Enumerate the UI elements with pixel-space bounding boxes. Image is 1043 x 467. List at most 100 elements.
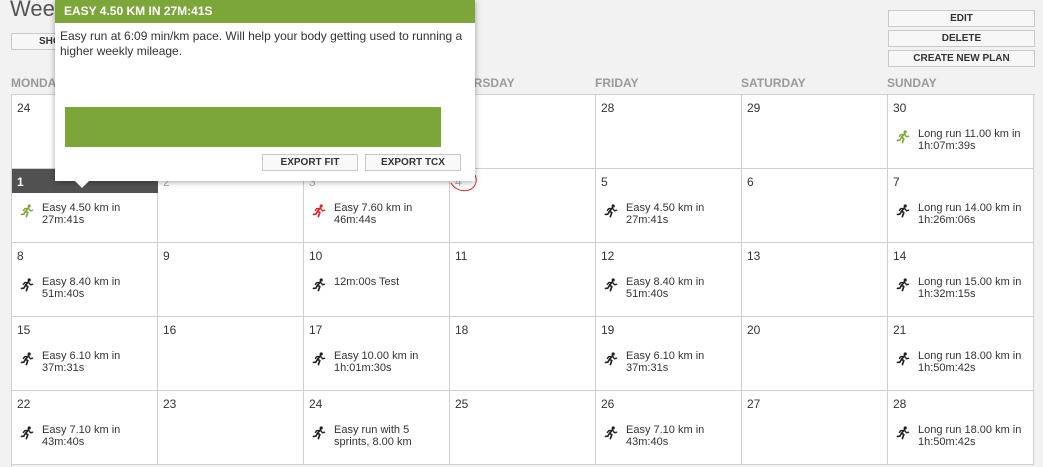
day-number: 14 xyxy=(893,249,907,263)
workout-label: Easy 4.50 km in 27m:41s xyxy=(626,202,705,226)
workout-label: Long run 15.00 km in 1h:32m:15s xyxy=(918,276,1022,300)
runner-red-icon xyxy=(312,204,326,218)
export-fit-button[interactable]: EXPORT FIT xyxy=(262,154,358,171)
workout-label: Easy 8.40 km in 51m:40s xyxy=(42,276,121,300)
day-number: 18 xyxy=(455,323,469,337)
calendar-day-cell[interactable]: 28 Long run 18.00 km in 1h:50m:42s xyxy=(888,391,1034,465)
calendar-day-cell[interactable]: 18 xyxy=(450,317,596,391)
calendar-day-cell[interactable]: 8 Easy 8.40 km in 51m:40s xyxy=(12,243,158,317)
day-number: 6 xyxy=(747,175,754,189)
runner-icon xyxy=(896,426,910,440)
calendar-day-cell[interactable]: 9 xyxy=(158,243,304,317)
calendar-day-cell[interactable]: 27 xyxy=(742,391,888,465)
calendar-day-cell[interactable]: 26 Easy 7.10 km in 43m:40s xyxy=(596,391,742,465)
day-number: 9 xyxy=(163,249,170,263)
day-number: 10 xyxy=(309,249,323,263)
runner-icon xyxy=(604,352,618,366)
edit-button[interactable]: EDIT xyxy=(888,10,1035,27)
delete-button[interactable]: DELETE xyxy=(888,30,1035,47)
workout-label: Easy 7.60 km in 46m:44s xyxy=(334,202,413,226)
workout-label: Long run 11.00 km in 1h:07m:39s xyxy=(918,128,1021,152)
calendar-day-cell[interactable]: 30 Long run 11.00 km in 1h:07m:39s xyxy=(888,95,1034,169)
day-number: 28 xyxy=(601,101,615,115)
workout-label: Easy 7.10 km in 43m:40s xyxy=(42,424,121,448)
export-tcx-button[interactable]: EXPORT TCX xyxy=(365,154,461,171)
day-number: 15 xyxy=(17,323,31,337)
day-number: 30 xyxy=(893,101,907,115)
day-header-sunday: SUNDAY xyxy=(887,76,937,90)
calendar-day-cell[interactable]: 23 xyxy=(158,391,304,465)
runner-icon xyxy=(20,426,34,440)
calendar-day-cell[interactable]: 28 xyxy=(596,95,742,169)
day-number: 21 xyxy=(893,323,907,337)
calendar-day-cell[interactable]: 17 Easy 10.00 km in 1h:01m:30s xyxy=(304,317,450,391)
runner-icon xyxy=(896,352,910,366)
day-number: 27 xyxy=(747,397,761,411)
calendar-day-cell[interactable]: 22 Easy 7.10 km in 43m:40s xyxy=(12,391,158,465)
calendar-day-cell[interactable]: 24 Easy run with 5 sprints, 8.00 km xyxy=(304,391,450,465)
day-number: 20 xyxy=(747,323,761,337)
runner-icon xyxy=(20,278,34,292)
day-number: 17 xyxy=(309,323,323,337)
workout-label: Easy run with 5 sprints, 8.00 km xyxy=(334,424,412,448)
day-number: 26 xyxy=(601,397,615,411)
calendar-day-cell[interactable]: 7 Long run 14.00 km in 1h:26m:06s xyxy=(888,169,1034,243)
workout-label: Long run 18.00 km in 1h:50m:42s xyxy=(918,424,1022,448)
day-number: 7 xyxy=(893,175,900,189)
calendar-day-cell[interactable]: 15 Easy 6.10 km in 37m:31s xyxy=(12,317,158,391)
day-number: 11 xyxy=(455,249,468,263)
calendar-day-cell[interactable]: 19 Easy 6.10 km in 37m:31s xyxy=(596,317,742,391)
calendar-day-cell[interactable]: 11 xyxy=(450,243,596,317)
popup-caret xyxy=(75,181,89,188)
day-number: 12 xyxy=(601,249,615,263)
day-header-saturday: SATURDAY xyxy=(741,76,806,90)
calendar-day-cell[interactable]: 10 12m:00s Test xyxy=(304,243,450,317)
calendar-day-cell[interactable]: 20 xyxy=(742,317,888,391)
calendar-day-cell[interactable]: 25 xyxy=(450,391,596,465)
day-number: 5 xyxy=(601,175,608,189)
calendar-day-cell[interactable]: 21 Long run 18.00 km in 1h:50m:42s xyxy=(888,317,1034,391)
runner-icon xyxy=(312,426,326,440)
runner-icon xyxy=(312,352,326,366)
day-number: 13 xyxy=(747,249,761,263)
runner-green-icon xyxy=(896,130,910,144)
day-number: 24 xyxy=(309,397,323,411)
day-number: 28 xyxy=(893,397,907,411)
day-number: 29 xyxy=(747,101,761,115)
popup-title: EASY 4.50 KM IN 27M:41S xyxy=(55,0,475,23)
runner-icon xyxy=(896,204,910,218)
workout-label: Long run 18.00 km in 1h:50m:42s xyxy=(918,350,1022,374)
day-number: 23 xyxy=(163,397,177,411)
day-number: 25 xyxy=(455,397,469,411)
day-number: 16 xyxy=(163,323,177,337)
runner-icon xyxy=(604,426,618,440)
workout-label: Easy 6.10 km in 37m:31s xyxy=(42,350,121,374)
runner-icon xyxy=(20,352,34,366)
calendar-day-cell[interactable]: 12 Easy 8.40 km in 51m:40s xyxy=(596,243,742,317)
calendar-day-cell[interactable]: 5 Easy 4.50 km in 27m:41s xyxy=(596,169,742,243)
workout-label: Easy 8.40 km in 51m:40s xyxy=(626,276,705,300)
workout-label: Easy 7.10 km in 43m:40s xyxy=(626,424,705,448)
runner-icon xyxy=(604,278,618,292)
workout-label: Easy 10.00 km in 1h:01m:30s xyxy=(334,350,419,374)
runner-icon xyxy=(604,204,618,218)
calendar-day-cell[interactable]: 29 xyxy=(742,95,888,169)
calendar-day-cell[interactable]: 14 Long run 15.00 km in 1h:32m:15s xyxy=(888,243,1034,317)
day-number: 24 xyxy=(17,101,31,115)
workout-label: 12m:00s Test xyxy=(334,276,400,288)
calendar-day-cell[interactable]: 6 xyxy=(742,169,888,243)
calendar-day-cell[interactable]: 16 xyxy=(158,317,304,391)
runner-icon xyxy=(896,278,910,292)
day-number: 19 xyxy=(601,323,615,337)
workout-label: Easy 6.10 km in 37m:31s xyxy=(626,350,705,374)
workout-label: Easy 4.50 km in 27m:41s xyxy=(42,202,121,226)
create-new-plan-button[interactable]: CREATE NEW PLAN xyxy=(888,50,1035,67)
popup-description: Easy run at 6:09 min/km pace. Will help … xyxy=(60,29,463,58)
runner-icon xyxy=(312,278,326,292)
day-header-friday: FRIDAY xyxy=(595,76,639,90)
calendar-day-cell[interactable]: 13 xyxy=(742,243,888,317)
day-number: 1 xyxy=(17,175,24,189)
workout-popup: EASY 4.50 KM IN 27M:41S Easy run at 6:09… xyxy=(55,0,475,188)
workout-label: Long run 14.00 km in 1h:26m:06s xyxy=(918,202,1022,226)
day-number: 22 xyxy=(17,397,31,411)
